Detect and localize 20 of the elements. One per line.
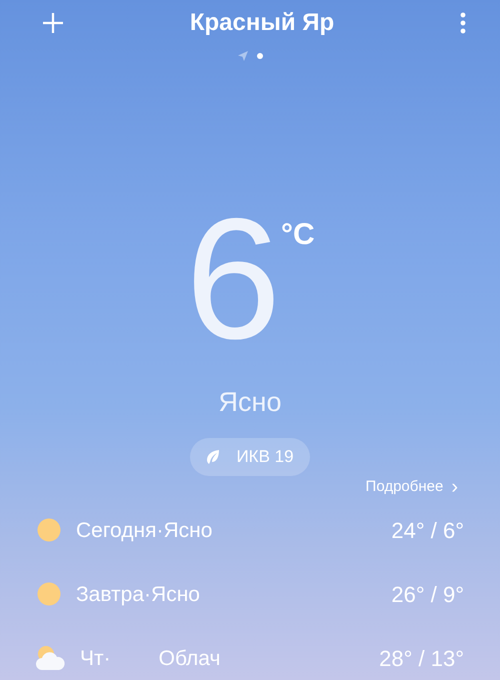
temperature-range: 24° / 6° — [391, 516, 464, 545]
temperature-range: 28° / 13° — [379, 644, 464, 673]
page-dot[interactable] — [257, 53, 263, 59]
partly-cloudy-icon — [36, 645, 66, 672]
city-title: Красный Яр — [190, 8, 334, 38]
forecast-day-label: Завтра·Ясно — [76, 582, 200, 608]
forecast-day-label: Чт· — [80, 646, 111, 672]
more-icon[interactable] — [460, 12, 466, 34]
sun-icon — [36, 581, 62, 608]
temperature-range: 26° / 9° — [391, 580, 464, 609]
forecast-day-label: Облач — [158, 646, 220, 672]
location-page-icon[interactable] — [237, 50, 249, 62]
temperature: 6 — [185, 206, 277, 354]
leaf-icon — [206, 449, 220, 466]
details-link[interactable]: Подробнее › — [366, 476, 458, 498]
forecast-day-label: Сегодня·Ясно — [76, 518, 212, 544]
sun-icon — [36, 517, 62, 544]
temperature-unit: °C — [281, 217, 315, 253]
air-quality-button[interactable]: ИКВ 19 — [190, 438, 310, 476]
condition-text: Ясно — [218, 386, 282, 419]
